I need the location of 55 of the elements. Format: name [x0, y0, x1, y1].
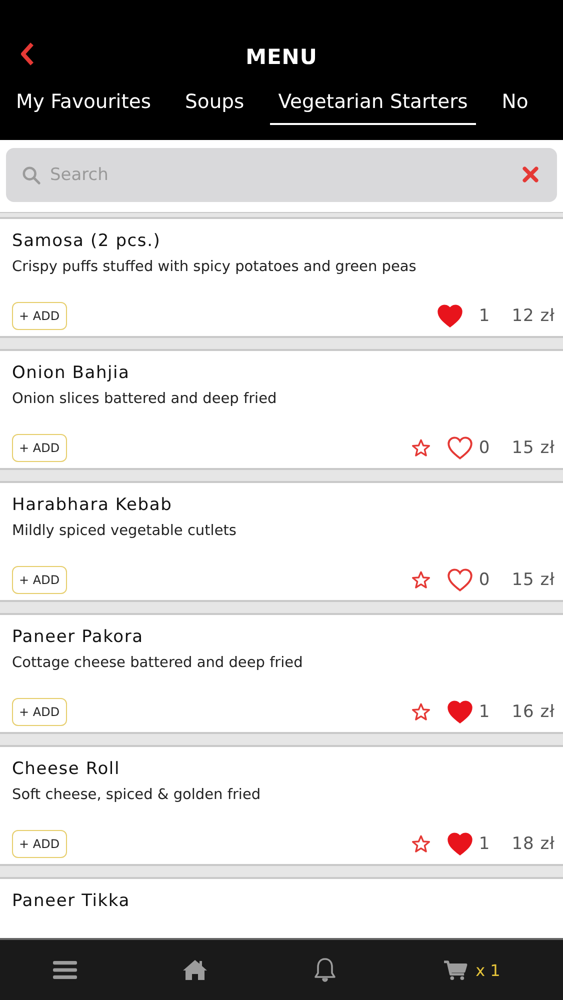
item-price: 18 zł	[512, 834, 555, 854]
star-icon[interactable]	[410, 570, 431, 590]
item-price: 16 zł	[512, 702, 555, 722]
item-name: Paneer Pakora	[12, 627, 144, 647]
bell-icon[interactable]	[313, 957, 338, 983]
home-icon[interactable]	[182, 959, 208, 981]
category-tab[interactable]: Vegetarian Starters	[270, 88, 476, 125]
like-count: 0	[478, 570, 490, 590]
item-description: Mildly spiced vegetable cutlets	[12, 523, 238, 539]
category-tab[interactable]: Soups	[177, 88, 252, 125]
heart-icon[interactable]	[446, 832, 473, 856]
like-count: 0	[478, 438, 490, 458]
add-button[interactable]: + ADD	[12, 302, 67, 330]
item-price: 12 zł	[512, 306, 555, 326]
heart-icon[interactable]	[446, 568, 473, 592]
cart-count: x 1	[476, 960, 500, 980]
menu-icon[interactable]	[52, 960, 77, 980]
heart-icon[interactable]	[446, 436, 473, 460]
like-count: 1	[478, 306, 490, 326]
like-count: 1	[478, 702, 490, 722]
add-button[interactable]: + ADD	[12, 434, 67, 462]
add-button[interactable]: + ADD	[12, 566, 67, 594]
item-name: Onion Bahjia	[12, 363, 131, 383]
search-field[interactable]: Search	[6, 148, 557, 202]
clear-icon[interactable]	[522, 166, 539, 183]
item-name: Samosa (2 pcs.)	[12, 231, 162, 251]
add-button[interactable]: + ADD	[12, 830, 67, 858]
add-button[interactable]: + ADD	[12, 698, 67, 726]
menu-item-card[interactable]: Paneer Tikka	[0, 877, 563, 938]
item-description: Soft cheese, spiced & golden fried	[12, 787, 262, 803]
star-icon[interactable]	[410, 702, 431, 722]
item-description: Crispy puffs stuffed with spicy potatoes and green peas	[12, 259, 418, 275]
menu-item-card[interactable]: Harabhara Kebab Mildly spiced vegetable cutlets + ADD 0 15 zł	[0, 481, 563, 602]
item-description: Cottage cheese battered and deep fried	[12, 655, 304, 671]
menu-item-card[interactable]: Cheese Roll Soft cheese, spiced & golden fried + ADD 1 18 zł	[0, 745, 563, 866]
category-tab[interactable]: No	[494, 88, 536, 125]
item-name: Cheese Roll	[12, 759, 121, 779]
item-price: 15 zł	[512, 438, 555, 458]
screen-title: MENU	[246, 45, 318, 69]
star-icon[interactable]	[410, 438, 431, 458]
menu-item-card[interactable]: Onion Bahjia Onion slices battered and deep fried + ADD 0 15 zł	[0, 349, 563, 470]
category-tab[interactable]: My Favourites	[8, 88, 160, 125]
back-icon[interactable]	[20, 42, 34, 66]
item-name: Paneer Tikka	[12, 891, 131, 911]
heart-icon[interactable]	[446, 700, 473, 724]
star-icon[interactable]	[410, 834, 431, 854]
menu-item-card[interactable]: Samosa (2 pcs.) Crispy puffs stuffed with spicy potatoes and green peas + ADD 1 12 zł	[0, 217, 563, 338]
item-price: 15 zł	[512, 570, 555, 590]
menu-item-card[interactable]: Paneer Pakora Cottage cheese battered and deep fried + ADD 1 16 zł	[0, 613, 563, 734]
item-name: Harabhara Kebab	[12, 495, 174, 515]
cart-icon[interactable]	[442, 960, 468, 980]
search-icon	[22, 166, 41, 185]
item-description: Onion slices battered and deep fried	[12, 391, 278, 407]
like-count: 1	[478, 834, 490, 854]
heart-icon[interactable]	[436, 304, 463, 328]
